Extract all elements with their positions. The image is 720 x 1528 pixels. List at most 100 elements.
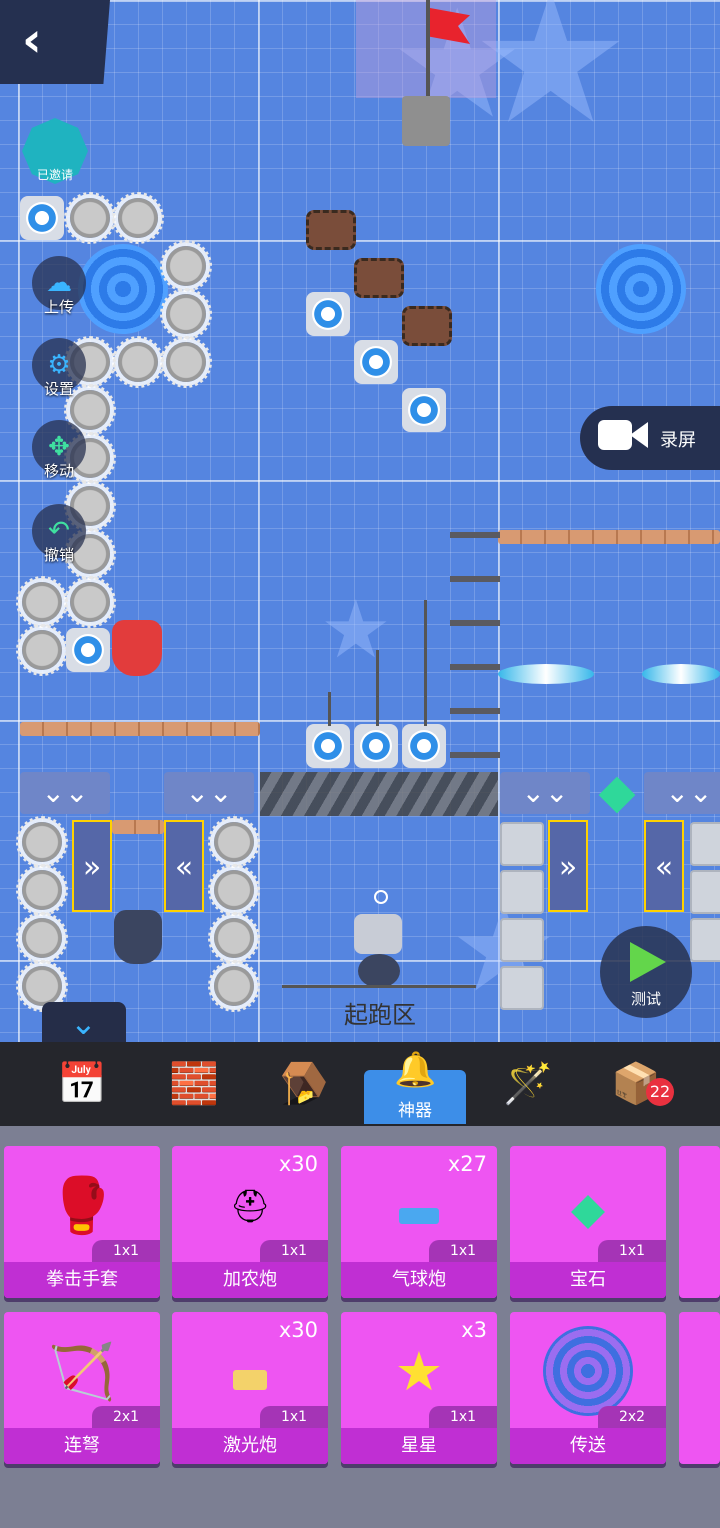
item-size: 2x1 (92, 1406, 160, 1428)
undo-label: 撤销 (43, 546, 74, 564)
item-card-star[interactable]: x3 ★ 1x1 星星 (341, 1312, 497, 1464)
thorn-trap[interactable] (402, 306, 452, 346)
wood-plank[interactable] (20, 722, 260, 736)
teleport-portal[interactable] (78, 244, 168, 334)
star-icon: ★ (394, 1340, 444, 1403)
robot-character[interactable] (352, 890, 404, 990)
propeller[interactable] (642, 664, 720, 684)
down-chevron-block[interactable]: ⌄⌄ (164, 772, 254, 814)
down-chevron-block[interactable]: ⌄⌄ (500, 772, 590, 814)
saw-blade[interactable] (160, 336, 212, 388)
saw-blade[interactable] (16, 864, 68, 916)
calendar-star-icon[interactable]: 📅 (50, 1052, 114, 1116)
upload-label: 上传 (43, 298, 74, 316)
saw-blade[interactable] (112, 192, 164, 244)
collapse-toolbar-button[interactable]: ⌄ (42, 1002, 126, 1046)
item-card-crossbow[interactable]: 🏹 2x1 连弩 (4, 1312, 160, 1464)
upload-button[interactable]: ☁ 上传 (30, 256, 88, 317)
video-camera-icon (598, 420, 632, 450)
metal-block[interactable] (500, 870, 544, 914)
gear-block[interactable] (402, 388, 446, 432)
lever[interactable] (328, 692, 331, 726)
item-card-cannon[interactable]: x30 ⛑ 1x1 加农炮 (172, 1146, 328, 1298)
metal-block[interactable] (690, 870, 720, 914)
video-camera-lens-icon (630, 422, 648, 448)
gear-block[interactable] (306, 724, 350, 768)
item-card-laser-cannon[interactable]: x30 1x1 激光炮 (172, 1312, 328, 1464)
lever[interactable] (424, 600, 427, 726)
left-gate[interactable]: « (164, 820, 204, 912)
down-chevron-block[interactable]: ⌄⌄ (644, 772, 720, 814)
saw-blade[interactable] (16, 816, 68, 868)
propeller[interactable] (498, 664, 594, 684)
saw-blade[interactable] (208, 864, 260, 916)
wood-plank[interactable] (112, 820, 164, 834)
lever[interactable] (376, 650, 379, 726)
gear-block[interactable] (354, 340, 398, 384)
gear-block[interactable] (66, 628, 110, 672)
teleport-portal[interactable] (596, 244, 686, 334)
metal-block[interactable] (500, 966, 544, 1010)
saw-blade[interactable] (16, 912, 68, 964)
item-card-boxing-glove[interactable]: 🥊 1x1 拳击手套 (4, 1146, 160, 1298)
item-card-teleport[interactable]: 2x2 传送 (510, 1312, 666, 1464)
metal-block[interactable] (690, 918, 720, 962)
item-name: 加农炮 (172, 1262, 328, 1298)
saw-blade[interactable] (64, 192, 116, 244)
item-name: 拳击手套 (4, 1262, 160, 1298)
item-name: 气球炮 (341, 1262, 497, 1298)
dark-cannon-icon[interactable] (114, 910, 162, 964)
saw-blade[interactable] (16, 960, 68, 1012)
gear-block[interactable] (20, 196, 64, 240)
saw-blade[interactable] (16, 624, 68, 676)
item-size: 1x1 (260, 1240, 328, 1262)
saw-blade[interactable] (208, 960, 260, 1012)
finish-flag-icon[interactable] (400, 0, 480, 150)
saw-blade[interactable] (208, 912, 260, 964)
item-card-gem[interactable]: 1x1 宝石 (510, 1146, 666, 1298)
settings-button[interactable]: ⚙ 设置 (30, 338, 88, 399)
start-zone-line (282, 985, 476, 988)
saw-blade[interactable] (160, 240, 212, 292)
metal-block[interactable] (500, 918, 544, 962)
thorn-trap[interactable] (354, 258, 404, 298)
item-card-balloon-cannon[interactable]: x27 1x1 气球炮 (341, 1146, 497, 1298)
down-chevron-block[interactable]: ⌄⌄ (20, 772, 110, 814)
saw-blade[interactable] (16, 576, 68, 628)
saw-blade[interactable] (64, 576, 116, 628)
move-button[interactable]: ✥ 移动 (30, 420, 88, 481)
metal-block[interactable] (690, 822, 720, 866)
red-cannon-icon[interactable] (112, 620, 162, 676)
hazard-stripe-platform[interactable] (260, 772, 498, 816)
item-card-partial[interactable] (679, 1146, 720, 1298)
metal-block[interactable] (500, 822, 544, 866)
gear-block[interactable] (402, 724, 446, 768)
magic-wand-icon[interactable]: 🪄 (496, 1052, 560, 1116)
item-name: 激光炮 (172, 1428, 328, 1464)
gear-block[interactable] (354, 724, 398, 768)
test-button[interactable]: 测试 (600, 926, 692, 1018)
back-arrow-icon: ‹ (22, 12, 42, 68)
undo-button[interactable]: ↶ 撤销 (30, 504, 88, 565)
ladder[interactable] (450, 532, 500, 772)
record-button[interactable]: 录屏 (580, 406, 720, 470)
tab-artifact[interactable]: 🔔 神器 (364, 1050, 466, 1124)
wood-plank[interactable] (498, 530, 720, 544)
item-card-partial[interactable] (679, 1312, 720, 1464)
trap-jaw-icon[interactable]: 🪤 (272, 1052, 336, 1116)
item-name: 连弩 (4, 1428, 160, 1464)
right-gate[interactable]: » (72, 820, 112, 912)
saw-blade[interactable] (208, 816, 260, 868)
item-size: 1x1 (598, 1240, 666, 1262)
eraser-block-icon[interactable]: 🧱 (162, 1052, 226, 1116)
left-gate[interactable]: « (644, 820, 684, 912)
item-size: 1x1 (92, 1240, 160, 1262)
thorn-trap[interactable] (306, 210, 356, 250)
back-button[interactable]: ‹ (0, 0, 110, 84)
invited-badge[interactable]: 已邀请 (18, 118, 92, 188)
saw-blade[interactable] (112, 336, 164, 388)
gear-block[interactable] (306, 292, 350, 336)
item-size: 1x1 (429, 1240, 497, 1262)
right-gate[interactable]: » (548, 820, 588, 912)
saw-blade[interactable] (160, 288, 212, 340)
